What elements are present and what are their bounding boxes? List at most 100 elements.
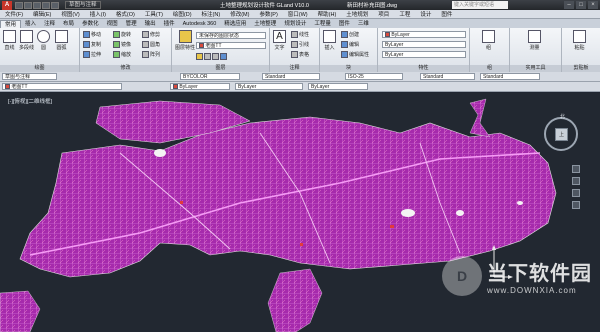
scale-tool[interactable]: 缩放 [113, 51, 131, 58]
draw-panel-title[interactable]: 绘图 [0, 65, 79, 72]
trim-tool[interactable]: 修剪 [142, 31, 160, 38]
layer-state-dropdown[interactable]: 未保存的图层状态 [196, 32, 266, 39]
rotate-tool[interactable]: 旋转 [113, 31, 131, 38]
text-tool[interactable]: A 文字 [273, 30, 286, 51]
drawing-canvas[interactable]: [-][俯视][二维线框] 北 上 D 当下软件园 www.DOWNXIA.co… [0, 93, 600, 332]
viewport-label[interactable]: [-][俯视][二维线框] [8, 97, 52, 105]
tab-parametric[interactable]: 参数化 [78, 20, 103, 28]
tab-plugins[interactable]: 插件 [160, 20, 179, 28]
arc-tool[interactable]: 圆弧 [55, 30, 68, 51]
menu-item[interactable]: 修改(M) [225, 10, 254, 18]
leader-tool[interactable]: 引线 [291, 41, 309, 48]
lineweight-dropdown[interactable]: ByLayer [382, 51, 466, 58]
annotation-panel-title[interactable]: 注释 [270, 65, 319, 72]
text-style-dropdown[interactable]: Standard [262, 73, 320, 80]
close-icon[interactable]: × [588, 1, 598, 9]
viewcube[interactable]: 北 上 [544, 114, 578, 151]
color-control[interactable]: ByLayer [170, 83, 230, 90]
tab-output[interactable]: 输出 [141, 20, 160, 28]
tab-360[interactable]: Autodesk 360 [179, 20, 221, 28]
layer-freeze-icon[interactable] [204, 53, 211, 60]
utilities-panel-title[interactable]: 实用工具 [510, 65, 561, 72]
save-icon[interactable] [33, 1, 41, 9]
tab-3d[interactable]: 三维 [354, 20, 373, 28]
open-icon[interactable] [24, 1, 32, 9]
tab-manage[interactable]: 管理 [122, 20, 141, 28]
table-style-dropdown[interactable]: Standard [420, 73, 475, 80]
color-dropdown[interactable]: ByLayer [382, 31, 466, 38]
properties-panel-title[interactable]: 特性 [378, 65, 469, 72]
line-tool[interactable]: 直线 [3, 30, 16, 51]
linetype-control[interactable]: ByLayer [235, 83, 303, 90]
current-layer-dropdown[interactable]: 老图TT [196, 42, 266, 49]
tab-view[interactable]: 视图 [103, 20, 122, 28]
mirror-tool[interactable]: 镜像 [113, 41, 131, 48]
zoom-icon[interactable] [572, 177, 580, 185]
app-icon[interactable]: A [2, 0, 12, 10]
edit-attributes-tool[interactable]: 编辑属性 [341, 51, 369, 58]
create-block-tool[interactable]: 创建 [341, 31, 359, 38]
menu-item[interactable]: 工程 [394, 10, 415, 18]
minimize-icon[interactable]: – [564, 1, 574, 9]
menu-item[interactable]: 插入(I) [85, 10, 111, 18]
tab-insert[interactable]: 插入 [21, 20, 40, 28]
insert-block-tool[interactable]: 插入 [323, 30, 336, 51]
layer-properties-tool[interactable]: 图层特性 [175, 30, 195, 51]
tab-land[interactable]: 土地整理 [250, 20, 280, 28]
pan-icon[interactable] [572, 165, 580, 173]
tab-annotate[interactable]: 注释 [40, 20, 59, 28]
tab-home[interactable]: 常用 [0, 20, 22, 28]
tab-layout[interactable]: 布局 [59, 20, 78, 28]
block-panel-title[interactable]: 块 [320, 65, 377, 72]
tab-maps[interactable]: 图件 [335, 20, 354, 28]
menu-item[interactable]: 土地规划 [341, 10, 373, 18]
table-tool[interactable]: 表格 [291, 51, 309, 58]
menu-item[interactable]: 文件(F) [0, 10, 28, 18]
polyline-tool[interactable]: 多段线 [19, 30, 34, 51]
layer-dropdown[interactable]: 老图TT [2, 83, 122, 90]
menu-item[interactable]: 设计 [415, 10, 436, 18]
workspace-dropdown[interactable]: 草图与注释 [2, 73, 57, 80]
lineweight-control[interactable]: ByLayer [308, 83, 368, 90]
orbit-icon[interactable] [572, 189, 580, 197]
modify-panel-title[interactable]: 修改 [80, 65, 171, 72]
fillet-tool[interactable]: 圆角 [142, 41, 160, 48]
undo-icon[interactable] [42, 1, 50, 9]
linetype-dropdown[interactable]: ByLayer [382, 41, 466, 48]
measure-tool[interactable]: 测量 [528, 30, 541, 51]
clipboard-panel-title[interactable]: 剪贴板 [562, 65, 600, 72]
menu-item[interactable]: 视图(V) [56, 10, 84, 18]
tab-apps[interactable]: 精选应用 [220, 20, 250, 28]
menu-item[interactable]: 帮助(H) [313, 10, 342, 18]
groups-panel-title[interactable]: 组 [470, 65, 509, 72]
menu-item[interactable]: 工具(T) [140, 10, 168, 18]
stretch-tool[interactable]: 拉伸 [83, 51, 101, 58]
multileader-style-dropdown[interactable]: Standard [480, 73, 540, 80]
paste-tool[interactable]: 粘贴 [573, 30, 586, 51]
redo-icon[interactable] [51, 1, 59, 9]
menu-item[interactable]: 参数(P) [254, 10, 282, 18]
workspace-selector[interactable]: 草图与注释 [65, 1, 101, 9]
copy-tool[interactable]: 复制 [83, 41, 101, 48]
array-tool[interactable]: 阵列 [142, 51, 160, 58]
layer-lock-icon[interactable] [212, 53, 219, 60]
menu-item[interactable]: 标注(N) [197, 10, 226, 18]
tab-quantity[interactable]: 工程量 [310, 20, 335, 28]
menu-item[interactable]: 编辑(E) [28, 10, 56, 18]
layers-panel-title[interactable]: 图层 [172, 65, 269, 72]
linear-dim-tool[interactable]: 线性 [291, 31, 309, 38]
search-input[interactable]: 键入关键字或短语 [452, 1, 508, 9]
viewcube-face[interactable]: 上 [555, 128, 568, 141]
plot-style-dropdown[interactable]: BYCOLOR [180, 73, 240, 80]
dim-style-dropdown[interactable]: ISO-25 [345, 73, 403, 80]
group-tool[interactable]: 组 [482, 30, 495, 51]
menu-item[interactable]: 项目 [373, 10, 394, 18]
tab-planning[interactable]: 规划设计 [280, 20, 310, 28]
layer-match-icon[interactable] [220, 53, 227, 60]
edit-block-tool[interactable]: 编辑 [341, 41, 359, 48]
circle-tool[interactable]: 圆 [37, 30, 50, 51]
layer-on-icon[interactable] [196, 53, 203, 60]
menu-item[interactable]: 格式(O) [111, 10, 140, 18]
showmotion-icon[interactable] [572, 201, 580, 209]
new-icon[interactable] [15, 1, 23, 9]
